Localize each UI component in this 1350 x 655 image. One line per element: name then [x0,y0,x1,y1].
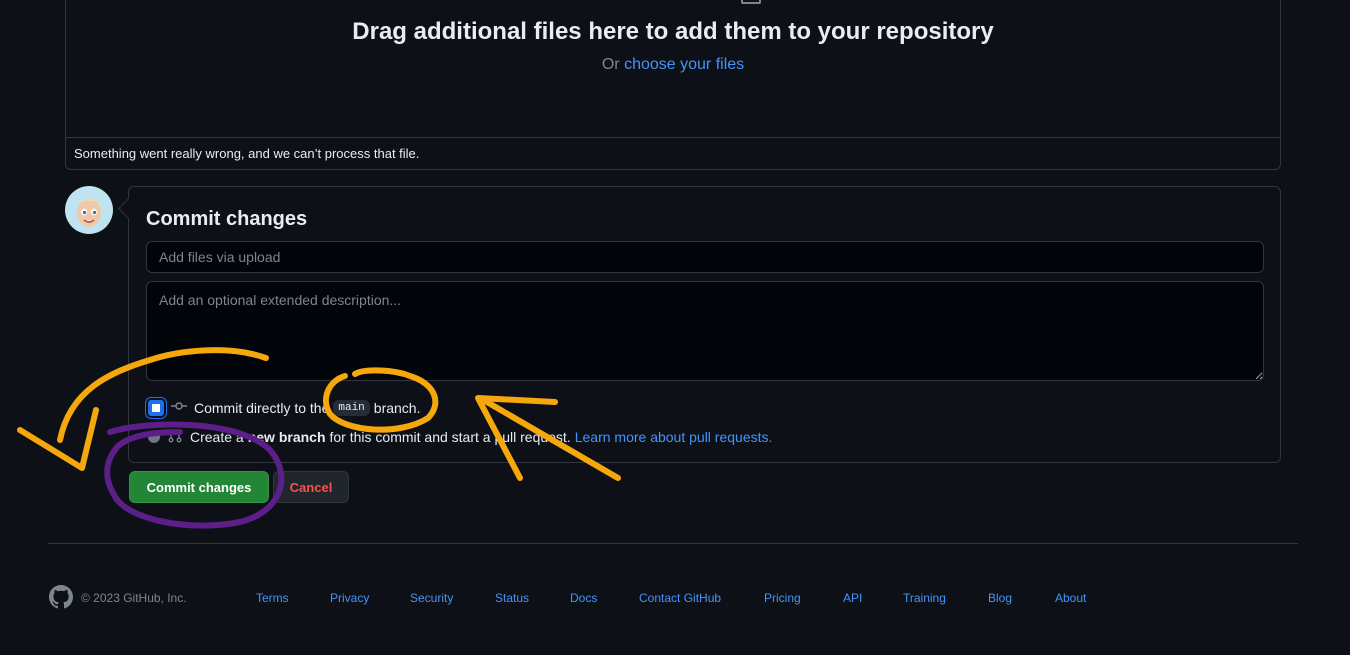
drop-zone-subtitle: Or choose your files [66,56,1280,74]
git-commit-icon [171,398,187,417]
cancel-button[interactable]: Cancel [273,471,349,503]
commit-directly-text: Commit directly to the [194,399,330,416]
footer-divider [48,543,1298,544]
commit-changes-button[interactable]: Commit changes [129,471,269,503]
learn-more-pull-requests-link[interactable]: Learn more about pull requests. [575,429,773,445]
footer-link-security[interactable]: Security [410,591,453,605]
commit-directly-option[interactable]: Commit directly to the main branch. [148,398,420,417]
footer-link-training[interactable]: Training [903,591,946,605]
new-branch-text: Create a [190,428,244,445]
commit-description-input[interactable] [146,281,1264,381]
file-drop-zone[interactable]: Drag additional files here to add them t… [65,0,1281,170]
commit-form-title: Commit changes [146,208,308,230]
drop-zone-title: Drag additional files here to add them t… [352,18,994,45]
copyright-text: © 2023 GitHub, Inc. [81,591,187,605]
new-branch-option[interactable]: Create a new branch for this commit and … [148,427,772,446]
file-icon [741,0,761,4]
footer-link-blog[interactable]: Blog [988,591,1012,605]
upload-error-message: Something went really wrong, and we can’… [66,137,1280,169]
footer-link-pricing[interactable]: Pricing [764,591,801,605]
commit-form: Commit changes Commit directly to the ma… [128,186,1281,463]
commit-summary-input[interactable] [146,241,1264,273]
branch-name: main [333,399,370,416]
commit-directly-text-end: branch. [373,399,421,416]
git-pull-request-icon [167,427,183,446]
avatar [65,186,113,234]
footer-link-terms[interactable]: Terms [256,591,289,605]
github-mark-icon[interactable] [49,585,73,609]
choose-files-link[interactable]: choose your files [624,56,744,73]
footer-link-api[interactable]: API [843,591,862,605]
footer-link-privacy[interactable]: Privacy [330,591,369,605]
new-branch-text-end: for this commit and start a pull request… [329,428,571,445]
footer-link-contact[interactable]: Contact GitHub [639,591,721,605]
footer-link-about[interactable]: About [1055,591,1086,605]
commit-directly-radio[interactable] [148,399,164,416]
annotation-arrow-left-head [17,407,99,471]
new-branch-bold: new branch [247,428,326,445]
or-text: Or [601,56,620,73]
new-branch-radio[interactable] [148,430,160,443]
footer-link-status[interactable]: Status [495,591,529,605]
footer-link-docs[interactable]: Docs [570,591,597,605]
